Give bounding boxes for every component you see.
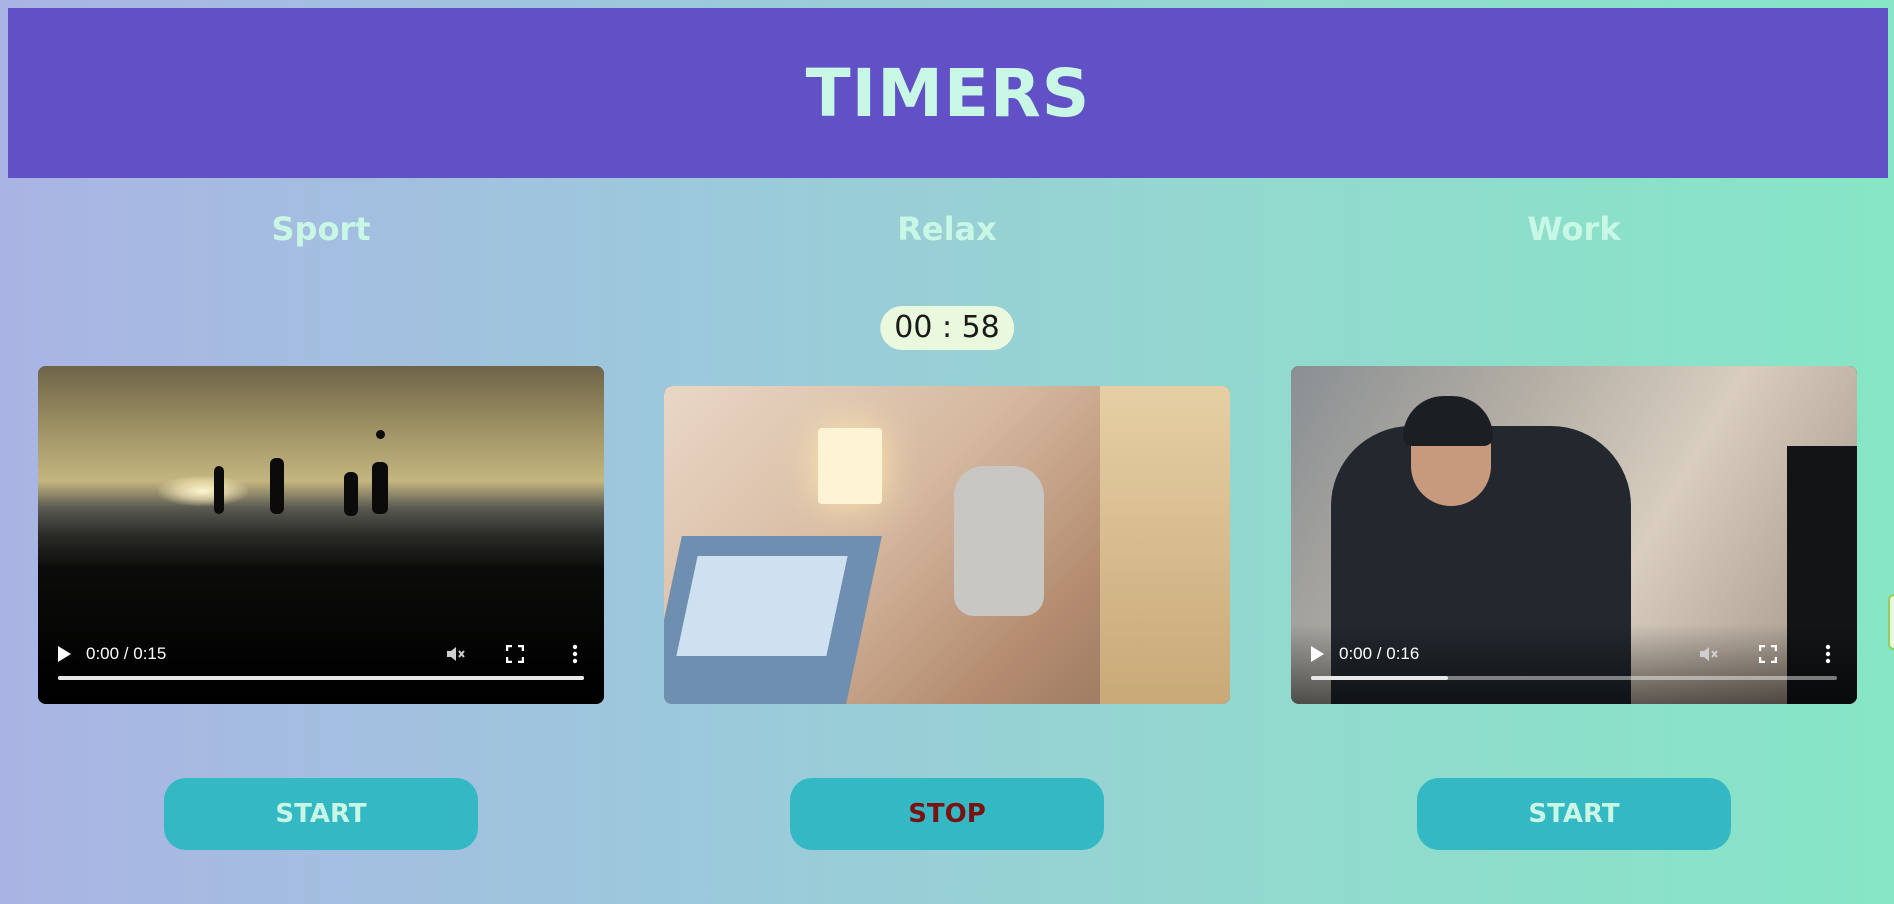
video-time: 0:00 / 0:15: [86, 644, 167, 663]
column-title: Sport: [271, 210, 371, 248]
relax-stop-button[interactable]: STOP: [790, 778, 1104, 850]
mute-icon[interactable]: [1697, 643, 1719, 665]
mute-icon[interactable]: [444, 643, 466, 665]
player-silhouette: [270, 458, 284, 514]
work-video[interactable]: 0:00 / 0:16: [1291, 366, 1857, 704]
page-header: TIMERS: [8, 8, 1888, 178]
video-progress-bar[interactable]: [58, 676, 584, 680]
more-options-icon[interactable]: [1817, 643, 1839, 665]
video-controls: 0:00 / 0:15: [38, 624, 604, 704]
timer-column-relax: Relax 00 : 58 STOP: [664, 178, 1230, 904]
timer-column-sport: Sport 0:00 / 0:15 START: [38, 178, 604, 904]
play-icon[interactable]: [56, 645, 72, 663]
fullscreen-icon[interactable]: [504, 643, 526, 665]
sport-start-button[interactable]: START: [164, 778, 478, 850]
lamp: [818, 428, 882, 504]
fullscreen-icon[interactable]: [1757, 643, 1779, 665]
player-silhouette: [344, 472, 358, 516]
page-title: TIMERS: [805, 54, 1091, 132]
beanie: [1403, 396, 1493, 446]
more-options-icon[interactable]: [564, 643, 586, 665]
ball: [376, 430, 385, 439]
side-extension-tab[interactable]: [1888, 594, 1894, 650]
video-progress-bar[interactable]: [1311, 676, 1837, 680]
relax-video[interactable]: [664, 386, 1230, 704]
video-progress-fill: [1311, 676, 1448, 680]
kettle: [954, 466, 1044, 616]
timer-column-work: Work 0:00 / 0:16 START: [1291, 178, 1857, 904]
column-title: Work: [1527, 210, 1621, 248]
video-progress-fill: [58, 676, 584, 680]
sport-video[interactable]: 0:00 / 0:15: [38, 366, 604, 704]
work-start-button[interactable]: START: [1417, 778, 1731, 850]
player-silhouette: [214, 466, 224, 514]
person: [1100, 386, 1230, 704]
video-controls: 0:00 / 0:16: [1291, 624, 1857, 704]
laptop: [664, 536, 882, 704]
countdown-timer: 00 : 58: [880, 306, 1014, 350]
column-title: Relax: [897, 210, 997, 248]
play-icon[interactable]: [1309, 645, 1325, 663]
sunset-glare: [158, 476, 248, 506]
video-frame: [664, 386, 1230, 704]
player-silhouette: [372, 462, 388, 514]
video-time: 0:00 / 0:16: [1339, 644, 1420, 663]
